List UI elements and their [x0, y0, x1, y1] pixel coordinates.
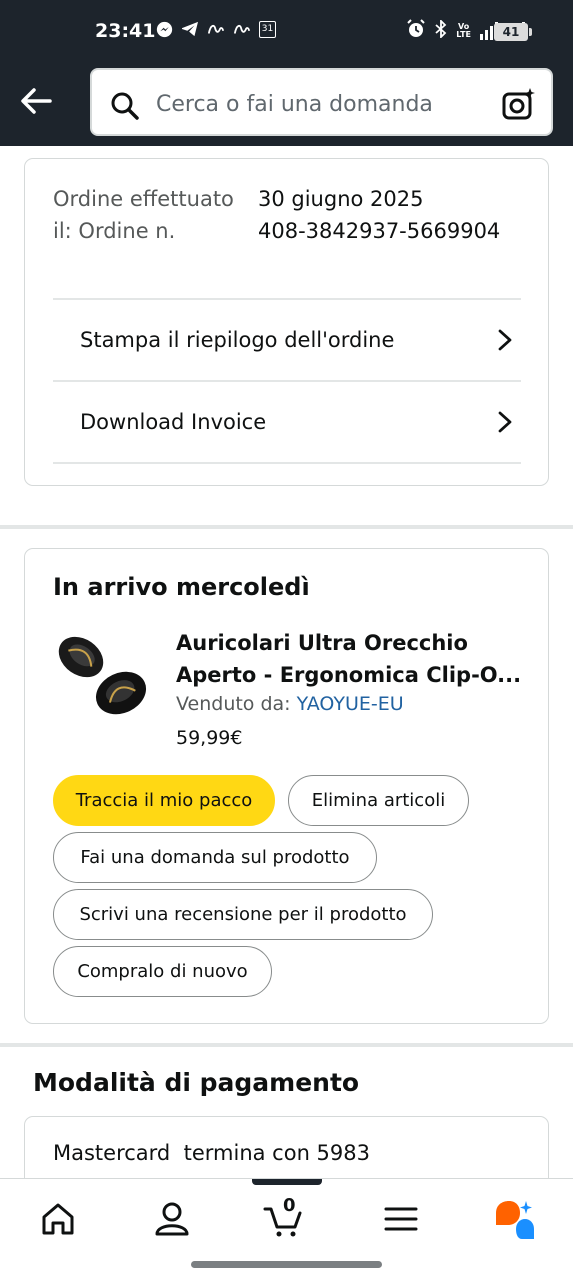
section-divider — [0, 1043, 573, 1047]
search-input[interactable] — [156, 88, 476, 120]
seller-info: Venduto da: YAOYUE-EU — [176, 693, 404, 715]
order-labels: Ordine effettuato il: Ordine n. — [53, 187, 234, 243]
product-price: 59,99€ — [176, 727, 243, 749]
sold-by-label: Venduto da: — [176, 693, 297, 715]
chevron-right-icon — [498, 329, 512, 351]
buy-again-button[interactable]: Compralo di nuovo — [53, 946, 272, 997]
search-icon — [111, 92, 139, 120]
print-summary-label: Stampa il riepilogo dell'ordine — [80, 328, 395, 352]
calendar-icon: 31 — [259, 20, 276, 38]
cart-count-badge: 0 — [283, 1195, 296, 1216]
download-invoice-link[interactable]: Download Invoice — [53, 380, 521, 462]
account-icon[interactable] — [152, 1199, 192, 1239]
chevron-right-icon — [498, 411, 512, 433]
battery-icon: 41 — [494, 23, 532, 41]
home-icon[interactable] — [38, 1199, 78, 1239]
status-bar: 23:41 31 Vo LTE 41 — [0, 0, 573, 64]
order-date: 30 giugno 2025 — [258, 187, 424, 211]
camera-search-icon[interactable] — [501, 86, 537, 122]
seller-link[interactable]: YAOYUE-EU — [297, 693, 404, 715]
arrival-title: In arrivo mercoledì — [53, 573, 310, 601]
ask-question-button[interactable]: Fai una domanda sul prodotto — [53, 832, 377, 883]
notification-icons: 31 — [155, 20, 276, 38]
bluetooth-icon — [435, 18, 447, 42]
alarm-icon — [406, 19, 426, 43]
payment-method-title: Modalità di pagamento — [33, 1068, 360, 1097]
gesture-bar — [191, 1261, 382, 1268]
rufus-ai-icon[interactable] — [494, 1199, 534, 1239]
search-bar[interactable] — [90, 68, 553, 136]
active-tab-indicator — [252, 1179, 322, 1185]
delete-items-button[interactable]: Elimina articoli — [288, 775, 469, 826]
product-image[interactable] — [53, 629, 153, 725]
app-notification-icon — [207, 20, 225, 38]
payment-card-info: Mastercard termina con 5983 — [53, 1141, 370, 1165]
app-notification-icon — [233, 20, 251, 38]
print-summary-link[interactable]: Stampa il riepilogo dell'ordine — [53, 298, 521, 380]
order-number: 408-3842937-5669904 — [258, 219, 501, 243]
download-invoice-label: Download Invoice — [80, 410, 267, 434]
telegram-icon — [181, 20, 199, 38]
write-review-button[interactable]: Scrivi una recensione per il prodotto — [53, 889, 433, 940]
app-header — [0, 64, 573, 146]
status-time: 23:41 — [95, 20, 156, 42]
volte-icon: Vo LTE — [456, 22, 471, 39]
track-package-button[interactable]: Traccia il mio pacco — [53, 775, 275, 826]
messenger-icon — [155, 20, 173, 38]
order-values: 30 giugno 2025 408-3842937-5669904 — [258, 183, 500, 247]
order-details-card: Ordine effettuato il: Ordine n. 30 giugn… — [24, 158, 549, 486]
product-title[interactable]: Auricolari Ultra Orecchio Aperto - Ergon… — [176, 627, 526, 691]
back-arrow-icon[interactable] — [18, 83, 54, 119]
divider — [53, 462, 521, 464]
shipment-card: In arrivo mercoledì Auricolari Ultra Ore… — [24, 548, 549, 1024]
menu-icon[interactable] — [381, 1199, 421, 1239]
section-divider — [0, 525, 573, 529]
